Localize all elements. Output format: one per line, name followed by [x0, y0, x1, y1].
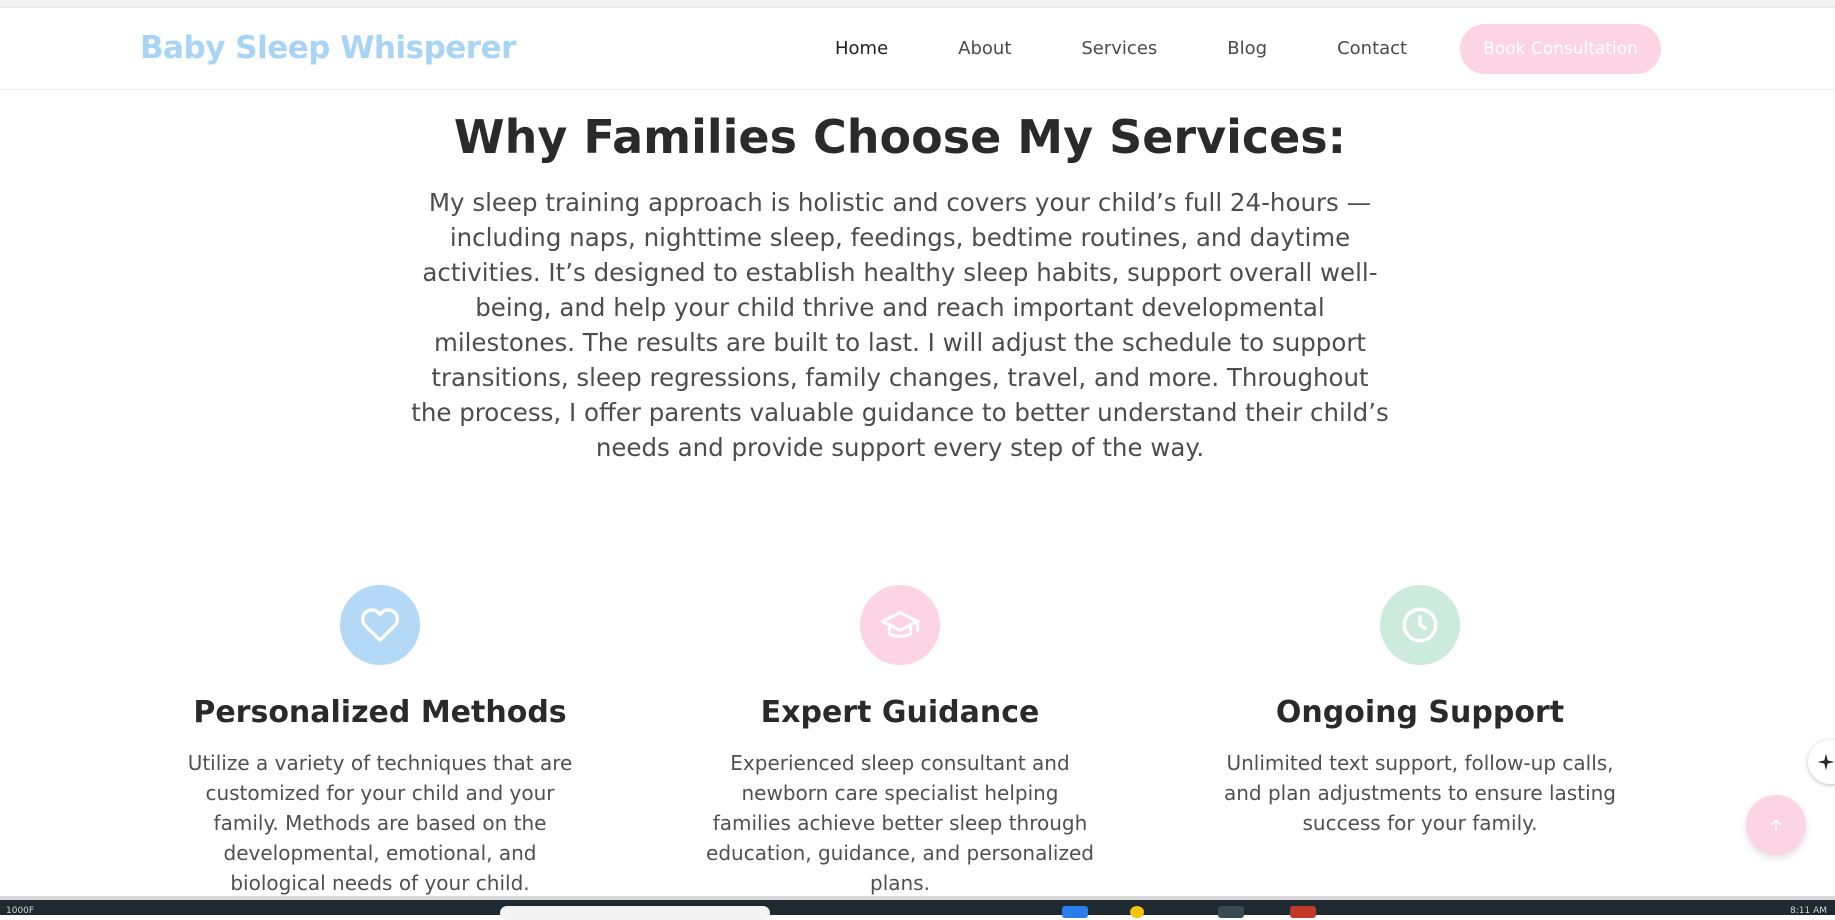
site-header: Baby Sleep Whisperer Home About Services… — [0, 8, 1835, 90]
taskbar-search[interactable] — [500, 906, 770, 920]
feature-title: Personalized Methods — [193, 695, 567, 730]
scroll-to-top-button[interactable] — [1746, 795, 1806, 855]
section-title: Why Families Choose My Services: — [453, 110, 1347, 164]
nav-services[interactable]: Services — [1081, 38, 1157, 59]
feature-icon-circle — [340, 585, 420, 665]
main-nav: Home About Services Blog Contact — [835, 38, 1407, 59]
arrow-up-icon — [1770, 819, 1782, 831]
feature-title: Expert Guidance — [760, 695, 1040, 730]
assistant-side-tab[interactable] — [1808, 740, 1835, 784]
taskbar-app-icon[interactable] — [1218, 906, 1244, 918]
feature-card-personalized-methods: Personalized Methods Utilize a variety o… — [170, 585, 590, 898]
graduation-cap-icon — [880, 611, 920, 638]
feature-text: Unlimited text support, follow-up calls,… — [1223, 751, 1616, 835]
feature-card-ongoing-support: Ongoing Support Unlimited text support, … — [1210, 585, 1630, 838]
taskbar-app-icon[interactable] — [1130, 906, 1144, 918]
taskbar-app-icon[interactable] — [1290, 906, 1316, 918]
nav-about[interactable]: About — [958, 38, 1011, 59]
feature-text: Utilize a variety of techniques that are… — [187, 751, 573, 895]
book-consultation-button[interactable]: Book Consultation — [1460, 24, 1661, 74]
heart-icon — [360, 608, 400, 642]
feature-icon-circle — [860, 585, 940, 665]
nav-home[interactable]: Home — [835, 38, 888, 59]
clock-icon — [1402, 607, 1438, 643]
feature-card-expert-guidance: Expert Guidance Experienced sleep consul… — [690, 585, 1110, 898]
sparkle-icon — [1817, 753, 1835, 771]
site-logo[interactable]: Baby Sleep Whisperer — [140, 30, 516, 66]
nav-blog[interactable]: Blog — [1227, 38, 1267, 59]
section-intro: My sleep training approach is holistic a… — [411, 188, 1389, 462]
feature-title: Ongoing Support — [1275, 695, 1565, 730]
nav-contact[interactable]: Contact — [1337, 38, 1407, 59]
taskbar-app-icon[interactable] — [1062, 906, 1088, 918]
browser-top-edge — [0, 0, 1835, 8]
feature-icon-circle — [1380, 585, 1460, 665]
feature-text: Experienced sleep consultant and newborn… — [706, 751, 1094, 895]
horizontal-scrollbar[interactable] — [0, 896, 1835, 900]
